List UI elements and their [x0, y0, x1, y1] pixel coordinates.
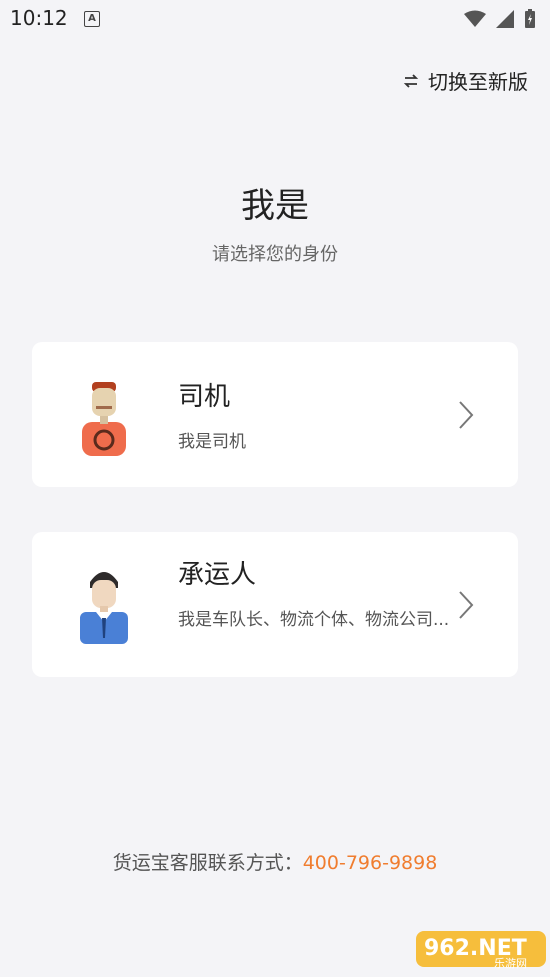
role-desc: 我是司机 — [178, 432, 246, 452]
role-card-carrier[interactable]: 承运人 我是车队长、物流个体、物流公司... — [32, 532, 518, 677]
wifi-icon — [464, 10, 486, 27]
signal-icon — [496, 10, 514, 28]
page-title: 我是 — [241, 186, 309, 226]
carrier-avatar-icon — [80, 572, 128, 644]
role-title: 司机 — [178, 382, 231, 412]
role-desc: 我是车队长、物流个体、物流公司... — [178, 610, 450, 630]
chevron-right-icon — [459, 401, 474, 429]
swap-icon — [403, 73, 419, 88]
svg-text:乐游网: 乐游网 — [494, 957, 527, 970]
customer-service-phone[interactable]: 400-796-9898 — [303, 852, 438, 874]
role-card-driver[interactable]: 司机 我是司机 — [32, 342, 518, 487]
watermark-logo: 962.NET 乐游网 — [416, 931, 546, 970]
status-bar: 10:12 A — [0, 0, 550, 38]
status-time: 10:12 — [10, 6, 68, 30]
notification-a-icon: A — [84, 11, 100, 27]
chevron-right-icon — [459, 591, 474, 619]
driver-avatar-icon — [82, 382, 126, 456]
page-subtitle: 请选择您的身份 — [212, 244, 338, 265]
status-icons — [464, 9, 536, 29]
role-title: 承运人 — [178, 560, 257, 590]
battery-icon — [525, 9, 535, 28]
customer-service: 货运宝客服联系方式：400-796-9898 — [0, 848, 550, 875]
customer-service-label: 货运宝客服联系方式： — [112, 852, 303, 874]
switch-version-button[interactable]: 切换至新版 — [402, 66, 528, 95]
switch-version-label: 切换至新版 — [428, 70, 528, 94]
